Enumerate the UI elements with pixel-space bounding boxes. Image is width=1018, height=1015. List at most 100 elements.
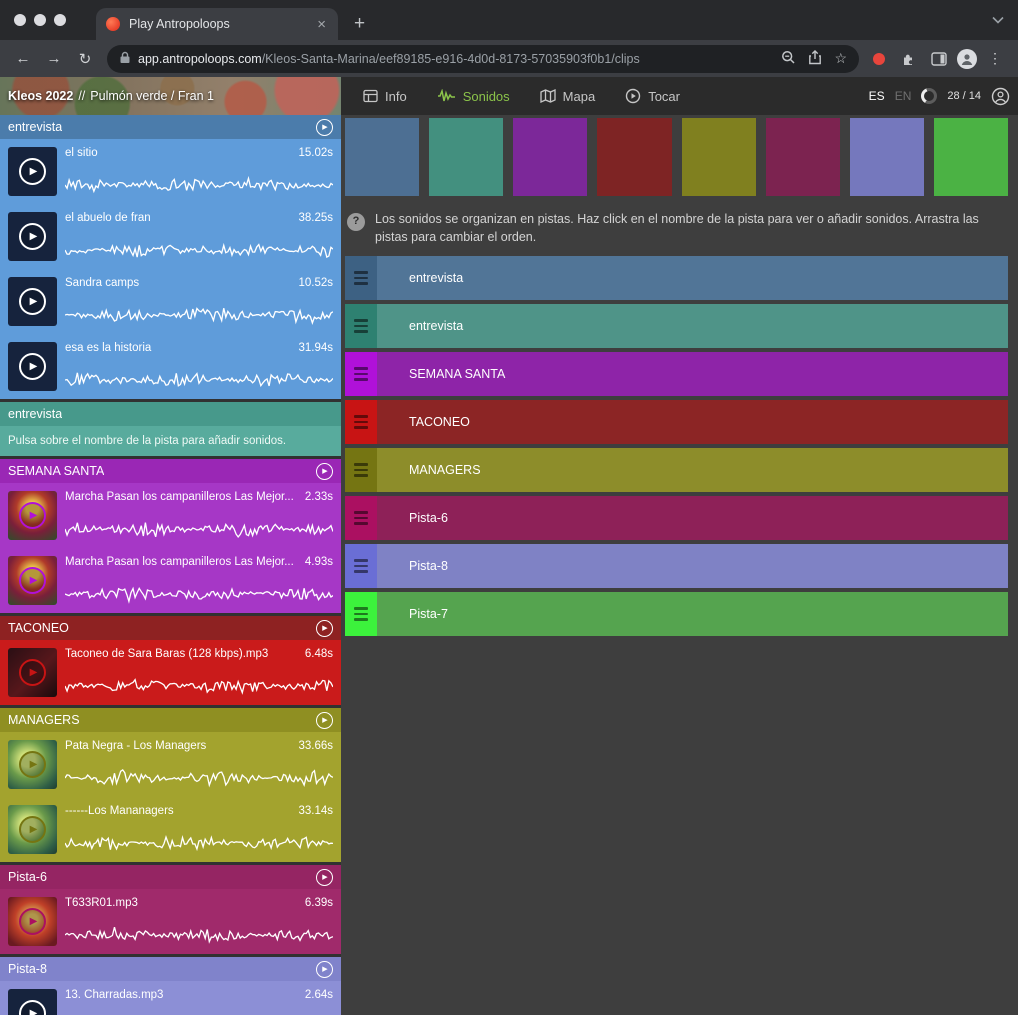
track-play-button[interactable]: ▶ <box>316 961 333 978</box>
track-color-swatch[interactable] <box>513 118 587 196</box>
browser-menu-icon[interactable]: ⋮ <box>982 46 1008 72</box>
clip-body: esa es la historia31.94s <box>65 342 333 391</box>
track-row[interactable]: Pista-8 <box>345 544 1008 588</box>
track-color-swatch[interactable] <box>850 118 924 196</box>
clip-row[interactable]: ▶------Los Mananagers33.14s <box>0 797 341 862</box>
nav-tab-sonidos[interactable]: Sonidos <box>437 89 510 104</box>
track-row[interactable]: entrevista <box>345 256 1008 300</box>
clip-row[interactable]: ▶Marcha Pasan los campanilleros Las Mejo… <box>0 483 341 548</box>
track-row-bar[interactable]: entrevista <box>377 256 1008 300</box>
clip-title: Sandra camps <box>65 277 145 289</box>
track-play-button[interactable]: ▶ <box>316 463 333 480</box>
drag-handle[interactable] <box>345 544 377 588</box>
track-header[interactable]: MANAGERS▶ <box>0 708 341 732</box>
drag-handle[interactable] <box>345 304 377 348</box>
track-row[interactable]: entrevista <box>345 304 1008 348</box>
track-play-button[interactable]: ▶ <box>316 620 333 637</box>
track-color-swatch[interactable] <box>934 118 1008 196</box>
project-banner[interactable]: Kleos 2022//Pulmón verde / Fran 1 <box>0 77 341 115</box>
track-color-swatch[interactable] <box>345 118 419 196</box>
track-play-button[interactable]: ▶ <box>316 869 333 886</box>
help-icon: ? <box>347 213 365 231</box>
clip-thumbnail[interactable]: ▶ <box>8 740 57 789</box>
window-close-button[interactable] <box>14 14 26 26</box>
clip-thumbnail[interactable]: ▶ <box>8 147 57 196</box>
track-row[interactable]: SEMANA SANTA <box>345 352 1008 396</box>
clip-thumbnail[interactable]: ▶ <box>8 989 57 1015</box>
clip-row[interactable]: ▶el abuelo de fran38.25s <box>0 204 341 269</box>
window-minimize-button[interactable] <box>34 14 46 26</box>
window-zoom-button[interactable] <box>54 14 66 26</box>
nav-tab-mapa[interactable]: Mapa <box>540 89 596 104</box>
clip-row[interactable]: ▶T633R01.mp36.39s <box>0 889 341 954</box>
clip-row[interactable]: ▶Marcha Pasan los campanilleros Las Mejo… <box>0 548 341 613</box>
track-color-swatch[interactable] <box>429 118 503 196</box>
tab-close-icon[interactable]: × <box>315 16 328 33</box>
track-header[interactable]: entrevista▶ <box>0 115 341 139</box>
track-row-bar[interactable]: TACONEO <box>377 400 1008 444</box>
back-icon[interactable]: ← <box>10 46 36 72</box>
address-bar[interactable]: app.antropoloops.com/Kleos-Santa-Marina/… <box>107 45 859 73</box>
track-row-bar[interactable]: Pista-8 <box>377 544 1008 588</box>
clip-row[interactable]: ▶Pata Negra - Los Managers33.66s <box>0 732 341 797</box>
nav-tab-info[interactable]: Info <box>363 89 407 104</box>
track-color-swatch[interactable] <box>766 118 840 196</box>
track-color-swatch[interactable] <box>682 118 756 196</box>
profile-avatar[interactable] <box>957 49 977 69</box>
nav-tab-tocar[interactable]: Tocar <box>625 88 680 104</box>
clip-row[interactable]: ▶ Sandra camps10.52s <box>0 269 341 334</box>
track-header[interactable]: TACONEO▶ <box>0 616 341 640</box>
clip-meta: esa es la historia31.94s <box>65 342 333 354</box>
drag-handle[interactable] <box>345 256 377 300</box>
clip-thumbnail[interactable]: ▶ <box>8 212 57 261</box>
clip-meta: Sandra camps10.52s <box>65 277 333 289</box>
clip-thumbnail[interactable]: ▶ <box>8 556 57 605</box>
drag-handle[interactable] <box>345 352 377 396</box>
clip-row[interactable]: ▶13. Charradas.mp32.64s <box>0 981 341 1015</box>
new-tab-button[interactable]: + <box>348 8 371 40</box>
track-row-bar[interactable]: SEMANA SANTA <box>377 352 1008 396</box>
clip-thumbnail[interactable]: ▶ <box>8 342 57 391</box>
drag-handle[interactable] <box>345 448 377 492</box>
track-play-button[interactable]: ▶ <box>316 119 333 136</box>
track-row[interactable]: Pista-7 <box>345 592 1008 636</box>
extension-record-icon[interactable] <box>873 53 885 65</box>
clip-thumbnail[interactable]: ▶ <box>8 805 57 854</box>
clip-row[interactable]: ▶Taconeo de Sara Baras (128 kbps).mp36.4… <box>0 640 341 705</box>
clip-row[interactable]: ▶ esa es la historia31.94s <box>0 334 341 399</box>
track-row-bar[interactable]: MANAGERS <box>377 448 1008 492</box>
track-header[interactable]: Pista-8▶ <box>0 957 341 981</box>
track-play-button[interactable]: ▶ <box>316 712 333 729</box>
track-color-swatch[interactable] <box>597 118 671 196</box>
track-header[interactable]: entrevista <box>0 402 341 426</box>
side-panel-icon[interactable] <box>926 46 952 72</box>
tab-search-chevron-icon[interactable] <box>992 16 1004 24</box>
track-row[interactable]: TACONEO <box>345 400 1008 444</box>
clip-row[interactable]: ▶el sitio15.02s <box>0 139 341 204</box>
drag-handle[interactable] <box>345 496 377 540</box>
share-icon[interactable] <box>808 50 822 68</box>
track-row[interactable]: Pista-6 <box>345 496 1008 540</box>
reload-icon[interactable]: ↻ <box>72 46 98 72</box>
track-header[interactable]: SEMANA SANTA▶ <box>0 459 341 483</box>
bookmark-star-icon[interactable]: ☆ <box>834 50 847 67</box>
track-row-bar[interactable]: entrevista <box>377 304 1008 348</box>
track-row-bar[interactable]: Pista-7 <box>377 592 1008 636</box>
track-row-bar[interactable]: Pista-6 <box>377 496 1008 540</box>
clip-thumbnail[interactable]: ▶ <box>8 648 57 697</box>
lang-en-button[interactable]: EN <box>895 89 912 103</box>
drag-handle[interactable] <box>345 592 377 636</box>
lang-es-button[interactable]: ES <box>869 89 885 103</box>
account-icon[interactable] <box>991 87 1010 106</box>
project-title: Kleos 2022 <box>8 89 73 103</box>
clip-thumbnail[interactable]: ▶ <box>8 277 57 326</box>
extensions-puzzle-icon[interactable] <box>895 46 921 72</box>
track-row[interactable]: MANAGERS <box>345 448 1008 492</box>
browser-tab[interactable]: Play Antropoloops × <box>96 8 338 40</box>
clip-thumbnail[interactable]: ▶ <box>8 897 57 946</box>
track-header[interactable]: Pista-6▶ <box>0 865 341 889</box>
forward-icon[interactable]: → <box>41 46 67 72</box>
drag-handle[interactable] <box>345 400 377 444</box>
zoom-icon[interactable] <box>781 50 796 68</box>
clip-thumbnail[interactable]: ▶ <box>8 491 57 540</box>
